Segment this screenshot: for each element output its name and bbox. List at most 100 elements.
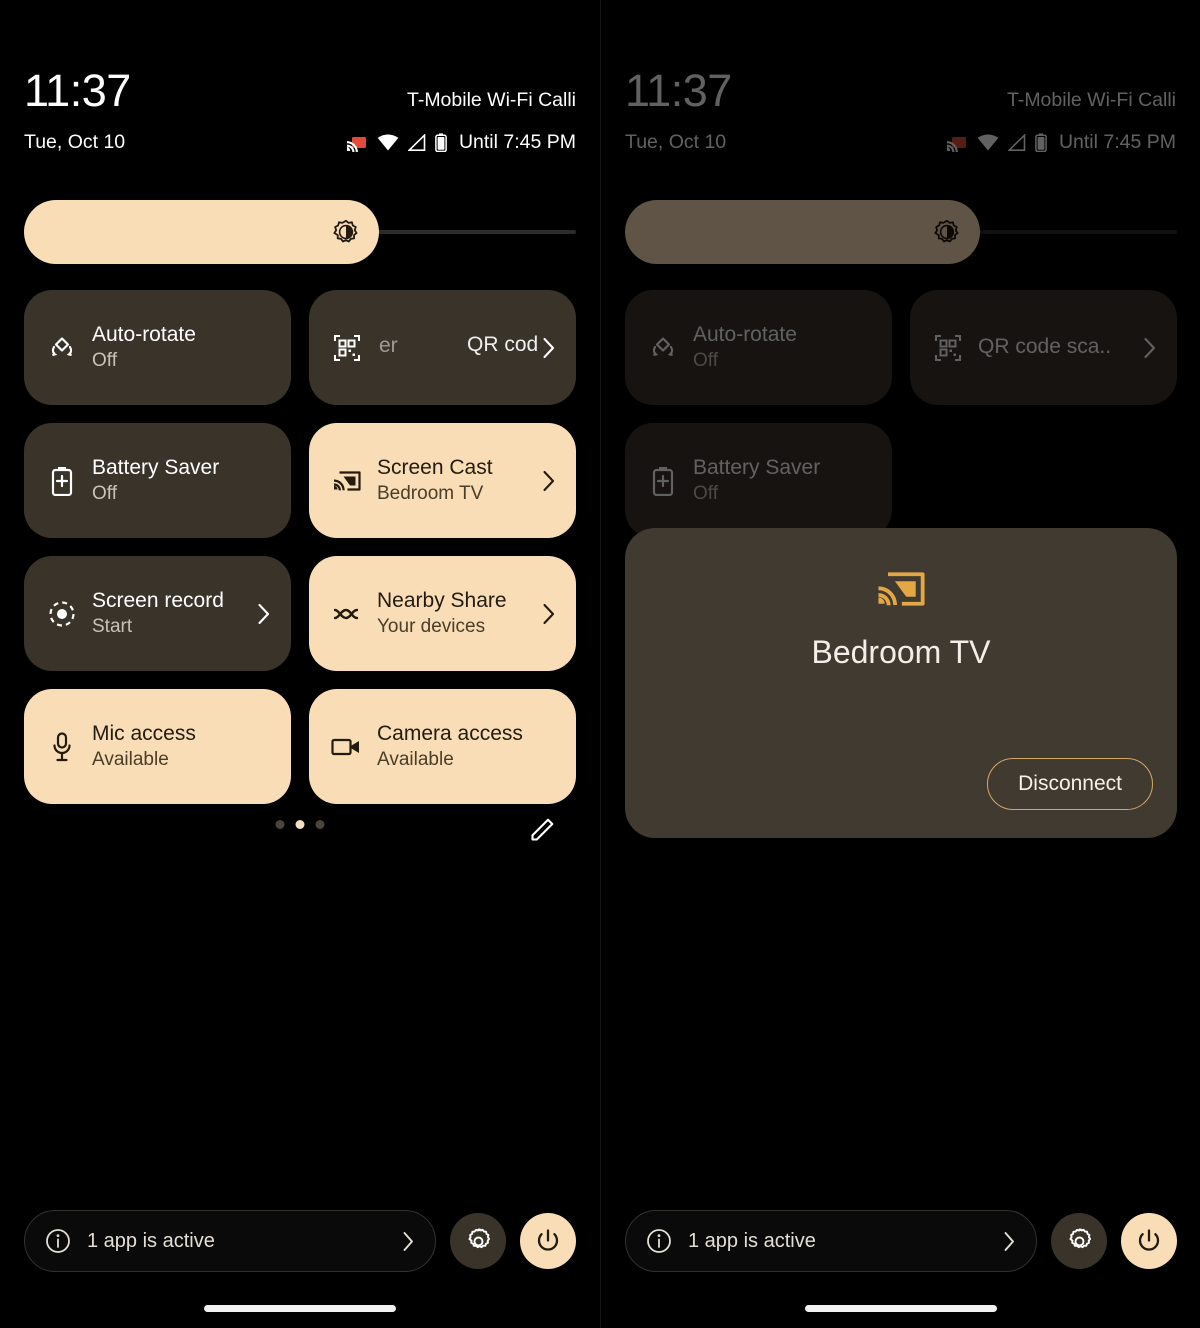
tile-subtitle: Available (377, 748, 454, 770)
microphone-icon (42, 731, 82, 762)
tile-row: Mic access Available Camera access Avail… (24, 689, 576, 804)
brightness-fill (24, 200, 379, 264)
battery-saver-icon (643, 466, 683, 496)
page-dot-1[interactable] (275, 820, 285, 829)
signal-icon (407, 134, 426, 151)
tile-subtitle: Available (92, 748, 169, 770)
cast-icon (875, 566, 927, 612)
active-apps-pill[interactable]: 1 app is active (625, 1210, 1037, 1272)
tile-battery-saver[interactable]: Battery Saver Off (625, 423, 892, 538)
battery-icon (1035, 133, 1047, 152)
brightness-slider[interactable] (24, 200, 576, 264)
status-date: Tue, Oct 10 (625, 131, 727, 153)
tile-title: Nearby Share (377, 588, 507, 612)
battery-saver-icon (42, 466, 82, 496)
tile-row: Battery Saver Off (625, 423, 1177, 538)
cast-device-dialog: Bedroom TV Disconnect (625, 528, 1177, 838)
tile-text: Auto-rotate Off (82, 322, 275, 373)
tile-text: Mic access Available (82, 721, 275, 772)
quick-settings-panel-left: 11:37 T-Mobile Wi-Fi Calli Tue, Oct 10 U… (0, 0, 600, 1328)
tile-battery-saver[interactable]: Battery Saver Off (24, 423, 291, 538)
tile-title-fading-out: er (379, 333, 398, 357)
status-bar: 11:37 T-Mobile Wi-Fi Calli Tue, Oct 10 U… (0, 0, 600, 154)
status-clock: 11:37 (24, 65, 131, 116)
tile-subtitle: Start (92, 615, 133, 637)
pencil-edit-icon[interactable] (526, 812, 560, 846)
status-icon-group: Until 7:45 PM (946, 131, 1176, 154)
status-carrier: T-Mobile Wi-Fi Calli (406, 89, 576, 111)
chevron-right-icon (1139, 337, 1161, 359)
tile-text: er QR cod (367, 331, 538, 365)
page-dots[interactable] (275, 820, 325, 829)
tile-title: Battery Saver (92, 455, 220, 479)
page-dot-3[interactable] (315, 820, 325, 829)
quick-settings-tile-grid: Auto-rotate Off (24, 290, 576, 822)
tile-row: Battery Saver Off (24, 423, 576, 538)
status-icon-group: Until 7:45 PM (346, 131, 576, 154)
settings-button[interactable] (1051, 1213, 1107, 1269)
wifi-icon (977, 134, 999, 151)
tile-text: Auto-rotate Off (683, 322, 876, 373)
active-apps-label: 1 app is active (688, 1229, 816, 1252)
tile-screen-cast[interactable]: Screen Cast Bedroom TV (309, 423, 576, 538)
brightness-slider[interactable] (625, 200, 1177, 264)
brightness-icon (934, 219, 960, 245)
cast-device-name: Bedroom TV (811, 634, 991, 670)
tile-title: Auto-rotate (92, 322, 196, 346)
quick-settings-footer: 1 app is active (24, 1210, 576, 1272)
status-carrier: T-Mobile Wi-Fi Calli (1006, 89, 1176, 111)
tile-qr-code-scanner[interactable]: QR code sca.. (910, 290, 1177, 405)
brightness-icon (333, 219, 359, 245)
signal-icon (1007, 134, 1026, 151)
active-apps-pill[interactable]: 1 app is active (24, 1210, 436, 1272)
tile-subtitle: Off (693, 349, 718, 371)
tile-text: Camera access Available (367, 721, 560, 772)
tile-title: Camera access (377, 721, 523, 745)
tile-auto-rotate[interactable]: Auto-rotate Off (24, 290, 291, 405)
tile-auto-rotate[interactable]: Auto-rotate Off (625, 290, 892, 405)
info-icon (646, 1228, 672, 1254)
status-clock: 11:37 (625, 65, 732, 116)
tile-screen-record[interactable]: Screen record Start (24, 556, 291, 671)
quick-settings-panel-right: 11:37 T-Mobile Wi-Fi Calli Tue, Oct 10 U… (600, 0, 1200, 1328)
power-icon (535, 1228, 561, 1254)
tile-title: Battery Saver (693, 455, 821, 479)
quick-settings-tile-grid: Auto-rotate Off (625, 290, 1177, 556)
tile-row: Auto-rotate Off (24, 290, 576, 405)
gear-icon (465, 1228, 492, 1255)
tile-subtitle: Off (693, 482, 718, 504)
tile-row: Auto-rotate Off (625, 290, 1177, 405)
tile-text: Battery Saver Off (683, 455, 876, 506)
auto-rotate-icon (42, 333, 82, 363)
chevron-right-icon (253, 603, 275, 625)
navigation-bar-handle[interactable] (804, 1305, 997, 1312)
navigation-bar-handle[interactable] (204, 1305, 396, 1312)
tile-title-fading-in: QR cod (467, 332, 539, 356)
chevron-right-icon (538, 603, 560, 625)
chevron-right-icon (1003, 1231, 1016, 1252)
tile-title: QR code sca.. (978, 335, 1112, 359)
page-dot-2-active[interactable] (295, 820, 305, 829)
tile-camera-access[interactable]: Camera access Available (309, 689, 576, 804)
info-icon (45, 1228, 71, 1254)
power-button[interactable] (520, 1213, 576, 1269)
nearby-share-icon (327, 603, 367, 625)
power-button[interactable] (1121, 1213, 1177, 1269)
battery-until-label: Until 7:45 PM (458, 131, 576, 153)
tile-title: Screen Cast (377, 455, 493, 479)
tile-text: Screen Cast Bedroom TV (367, 455, 538, 506)
cast-active-icon (346, 134, 368, 152)
camera-icon (327, 736, 367, 758)
settings-button[interactable] (450, 1213, 506, 1269)
tile-qr-code-scanner[interactable]: er QR cod (309, 290, 576, 405)
tile-row: Screen record Start Nearby Share Your de… (24, 556, 576, 671)
tile-text: QR code sca.. (968, 334, 1139, 361)
cast-icon (327, 468, 367, 494)
tile-title: Screen record (92, 588, 224, 612)
tile-nearby-share[interactable]: Nearby Share Your devices (309, 556, 576, 671)
disconnect-button[interactable]: Disconnect (987, 758, 1153, 810)
chevron-right-icon (402, 1231, 415, 1252)
chevron-right-icon (538, 470, 560, 492)
tile-mic-access[interactable]: Mic access Available (24, 689, 291, 804)
active-apps-label: 1 app is active (87, 1229, 215, 1252)
